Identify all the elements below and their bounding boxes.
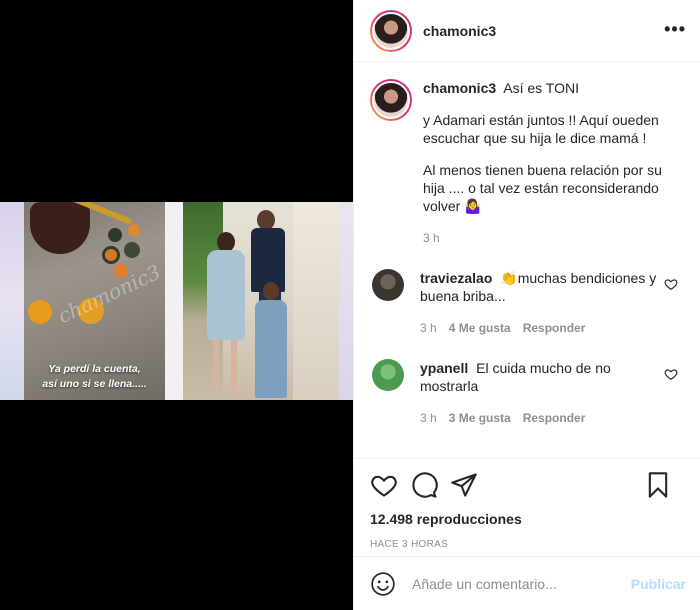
comment-username[interactable]: traviezalao <box>420 270 492 286</box>
comment-meta: 3 h 3 Me gusta Responder <box>420 409 660 427</box>
comment-likes[interactable]: 3 Me gusta <box>449 409 511 427</box>
comment-input[interactable] <box>412 575 631 592</box>
publish-button[interactable]: Publicar <box>631 576 686 592</box>
comment-time[interactable]: 3 h <box>420 319 437 337</box>
comment-username[interactable]: ypanell <box>420 360 468 376</box>
post-header: chamonic3 ••• <box>354 0 700 62</box>
caption-paragraph-1: y Adamari están juntos !! Aquí oueden es… <box>423 112 659 146</box>
watermark-text: chamonic3 <box>54 259 165 329</box>
post-image[interactable]: chamonic3 Ya perdí la cuenta, así uno si… <box>0 202 353 400</box>
comment-likes[interactable]: 4 Me gusta <box>449 319 511 337</box>
post-media-pane: chamonic3 Ya perdí la cuenta, así uno si… <box>0 0 353 610</box>
image-edge-right <box>339 202 353 400</box>
list-item: ypanell El cuida mucho de no mostrarla 3… <box>370 359 684 427</box>
reply-button[interactable]: Responder <box>523 319 586 337</box>
comment-avatar[interactable] <box>372 269 404 301</box>
caption-avatar[interactable] <box>370 79 412 121</box>
header-username[interactable]: chamonic3 <box>423 23 496 39</box>
bookmark-icon[interactable] <box>644 471 672 499</box>
comments-section[interactable]: chamonic3 Así es TONI y Adamari están ju… <box>354 63 700 458</box>
caption-time[interactable]: 3 h <box>423 229 683 247</box>
image-divider <box>165 202 183 400</box>
heart-icon[interactable] <box>664 277 678 291</box>
caption-lead: Así es TONI <box>503 80 579 96</box>
comment-time[interactable]: 3 h <box>420 409 437 427</box>
add-comment-bar: Publicar <box>354 556 700 610</box>
comment-bubble-icon[interactable] <box>410 471 438 499</box>
views-count[interactable]: 12.498 reproducciones <box>370 511 684 527</box>
more-options-icon[interactable]: ••• <box>664 20 686 38</box>
comment-meta: 3 h 4 Me gusta Responder <box>420 319 660 337</box>
action-bar: 12.498 reproducciones HACE 3 HORAS <box>354 458 700 550</box>
food-photo: chamonic3 Ya perdí la cuenta, así uno si… <box>24 202 165 400</box>
post-timestamp[interactable]: HACE 3 HORAS <box>370 539 684 550</box>
avatar[interactable] <box>370 9 412 52</box>
post-caption: chamonic3 Así es TONI y Adamari están ju… <box>370 79 684 247</box>
family-photo <box>183 202 339 400</box>
caption-first-line: chamonic3 Así es TONI <box>423 79 683 97</box>
heart-icon[interactable] <box>664 367 678 381</box>
image-overlay-caption: Ya perdí la cuenta, así uno si se llena.… <box>42 363 147 390</box>
caption-paragraph-2: Al menos tienen buena relación por su hi… <box>423 162 662 214</box>
emoji-icon[interactable] <box>370 571 396 597</box>
share-send-icon[interactable] <box>450 471 478 499</box>
post-sidebar: chamonic3 ••• chamonic3 Así es TONI y Ad… <box>353 0 700 610</box>
list-item: traviezalao 👏muchas bendiciones y buena … <box>370 269 684 337</box>
reply-button[interactable]: Responder <box>523 409 586 427</box>
comment-avatar[interactable] <box>372 359 404 391</box>
image-edge-left <box>0 202 24 400</box>
caption-username[interactable]: chamonic3 <box>423 80 496 96</box>
like-heart-icon[interactable] <box>370 471 398 499</box>
